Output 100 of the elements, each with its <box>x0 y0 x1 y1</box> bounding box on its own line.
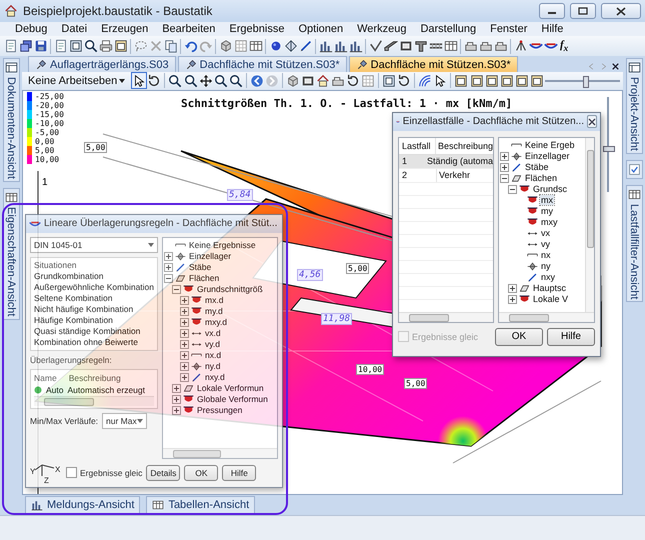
expand-toggle[interactable] <box>508 184 517 194</box>
expand-toggle[interactable] <box>172 406 181 415</box>
tree-item[interactable]: Stäbe <box>524 162 550 172</box>
list-item[interactable]: Seltene Kombination <box>34 292 154 304</box>
expand-toggle[interactable] <box>172 284 181 294</box>
tree-item[interactable]: Keine Ergeb <box>524 140 576 150</box>
menu-item[interactable]: Debug <box>8 23 54 35</box>
toolbar-button[interactable] <box>382 73 396 88</box>
tree-item[interactable]: my <box>540 206 554 216</box>
document-tab[interactable]: Auflagerträgerlängs.S03 <box>28 56 176 72</box>
dialog-button[interactable]: Hilfe <box>222 464 256 481</box>
expand-toggle[interactable] <box>500 162 509 172</box>
scrollbar[interactable] <box>34 396 154 406</box>
toolbar-button[interactable] <box>500 73 514 88</box>
menu-item[interactable]: Ergebnisse <box>222 23 292 35</box>
expand-toggle[interactable] <box>180 372 189 382</box>
expand-toggle[interactable] <box>180 350 189 360</box>
toolbar-button[interactable] <box>228 73 243 88</box>
tree-item[interactable]: nxy.d <box>204 372 226 382</box>
workplane-dropdown[interactable]: Keine Arbeitseben <box>25 74 128 87</box>
toolbar-button[interactable] <box>484 73 499 88</box>
tree-item[interactable]: mxy.d <box>204 317 228 328</box>
toolbar-button[interactable] <box>514 73 529 88</box>
list-item[interactable]: Nicht häufige Kombination <box>34 304 154 315</box>
tree-item[interactable]: Einzellager <box>524 151 571 162</box>
tree-item[interactable]: vy <box>540 239 551 250</box>
tree-item[interactable]: Lokale Verformun <box>196 383 265 394</box>
maximize-button[interactable] <box>570 3 596 19</box>
expand-toggle[interactable] <box>180 296 189 305</box>
norm-dropdown[interactable]: DIN 1045-01 <box>30 236 158 253</box>
expand-toggle[interactable] <box>180 328 189 338</box>
menu-item[interactable]: Werkzeug <box>350 23 414 35</box>
toolbar-button[interactable] <box>397 73 412 88</box>
dock-tab[interactable]: Projekt-Ansicht <box>626 58 642 154</box>
tree-item[interactable]: Pressungen <box>196 405 244 416</box>
tree-item[interactable]: Flächen <box>188 273 220 284</box>
tree-item[interactable]: Grundsc <box>532 184 568 194</box>
expand-toggle[interactable] <box>180 362 189 371</box>
dock-tab[interactable]: Dokumenten-Ansicht <box>2 58 20 182</box>
tree-item[interactable]: vx <box>540 228 551 238</box>
close-button[interactable] <box>601 3 641 19</box>
toolbar-button[interactable] <box>83 38 98 54</box>
toolbar-button[interactable] <box>346 73 360 88</box>
dock-tab[interactable]: Meldungs-Ansicht <box>25 496 140 515</box>
list-item[interactable]: Außergewöhnliche Kombination <box>34 282 154 293</box>
tree-item[interactable]: ny <box>540 261 552 272</box>
tree-item[interactable]: ny.d <box>204 361 222 372</box>
toolbar-button[interactable] <box>168 73 182 88</box>
tree-item[interactable]: Grundschnittgröß <box>196 284 264 294</box>
toolbar-button[interactable] <box>316 73 330 88</box>
scrollbar[interactable] <box>399 312 493 322</box>
expand-toggle[interactable] <box>180 318 189 327</box>
expand-toggle[interactable] <box>180 340 189 349</box>
toolbar-button[interactable] <box>433 73 448 88</box>
zoom-slider[interactable] <box>544 76 620 86</box>
toolbar-button[interactable] <box>348 38 363 54</box>
scrollbar[interactable] <box>163 448 277 458</box>
tree-item[interactable]: mx <box>540 195 554 206</box>
tree-item[interactable]: nx.d <box>204 350 222 360</box>
toolbar-button[interactable] <box>33 38 48 54</box>
toolbar-button[interactable] <box>469 73 484 88</box>
expand-toggle[interactable] <box>172 394 181 404</box>
checkbox[interactable]: Ergebnisse gleic <box>66 467 142 478</box>
tree-item[interactable]: Globale Verformun <box>196 394 269 404</box>
dock-tab[interactable]: Tabellen-Ansicht <box>146 496 256 515</box>
menu-item[interactable]: Datei <box>54 23 94 35</box>
close-icon[interactable] <box>610 61 621 72</box>
function-button[interactable]: f$_{x}$ <box>558 38 570 54</box>
toolbar-button[interactable] <box>318 38 333 54</box>
expand-toggle[interactable] <box>180 306 189 316</box>
toolbar-button[interactable] <box>383 38 398 54</box>
tree-item[interactable]: nx <box>540 250 552 260</box>
tree-item[interactable]: my.d <box>204 306 224 316</box>
toolbar-button[interactable] <box>443 38 458 54</box>
toolbar-button[interactable] <box>147 73 162 88</box>
document-tab[interactable]: Dachfläche mit Stützen.S03* <box>178 56 347 72</box>
menu-item[interactable]: Hilfe <box>534 23 570 35</box>
menu-item[interactable]: Darstellung <box>413 23 484 35</box>
toolbar-button[interactable] <box>214 73 228 88</box>
toolbar-button[interactable] <box>413 38 428 54</box>
minimize-button[interactable] <box>539 3 565 19</box>
menu-item[interactable]: Optionen <box>291 23 350 35</box>
expand-toggle[interactable] <box>164 252 173 261</box>
tree-item[interactable]: Hauptsc <box>532 283 568 294</box>
list-item[interactable]: Quasi ständige Kombination <box>34 326 154 337</box>
expand-toggle[interactable] <box>164 274 173 283</box>
expand-toggle[interactable] <box>500 174 509 183</box>
tree-item[interactable]: Keine Ergebnisse <box>188 240 257 250</box>
document-tab[interactable]: Dachfläche mit Stützen.S03* <box>348 56 518 72</box>
toolbar-button[interactable] <box>398 38 413 54</box>
tree-item[interactable]: Lokale V <box>532 294 570 304</box>
tree-item[interactable]: mx.d <box>204 295 224 306</box>
expand-toggle[interactable] <box>500 152 509 161</box>
toolbar-button[interactable] <box>298 38 313 54</box>
tree-item[interactable]: mxy <box>540 217 558 228</box>
toolbar-button[interactable] <box>68 38 83 54</box>
list-item[interactable]: Kombination ohne Beiwerte <box>34 336 154 348</box>
list-item[interactable]: Häufige Kombination <box>34 314 154 326</box>
toolbar-button[interactable] <box>18 38 33 54</box>
menu-item[interactable]: Erzeugen <box>94 23 156 35</box>
